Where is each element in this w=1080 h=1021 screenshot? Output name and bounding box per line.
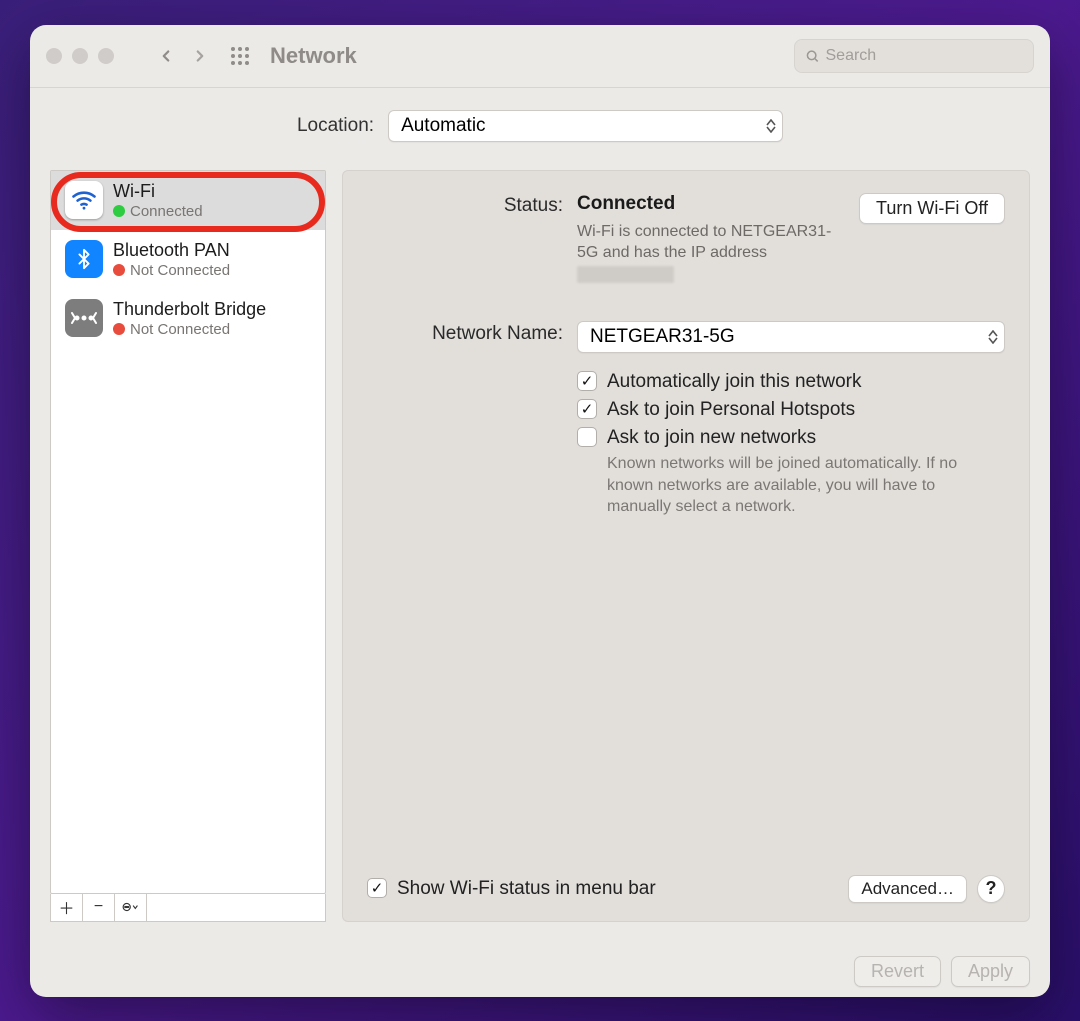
search-input[interactable] <box>826 47 1024 65</box>
add-service-button[interactable]: ＋ <box>51 894 83 921</box>
auto-join-checkbox[interactable]: ✓ <box>577 371 597 391</box>
status-label: Status: <box>367 193 563 217</box>
location-row: Location: Automatic <box>30 88 1050 170</box>
revert-button[interactable]: Revert <box>854 956 941 987</box>
ask-personal-label: Ask to join Personal Hotspots <box>607 399 855 421</box>
service-thunderbolt-bridge[interactable]: Thunderbolt Bridge Not Connected <box>51 289 325 348</box>
ask-new-hint: Known networks will be joined automatica… <box>607 453 967 518</box>
auto-join-checkbox-row[interactable]: ✓ Automatically join this network <box>577 371 1005 393</box>
ask-new-label: Ask to join new networks <box>607 427 967 449</box>
help-button[interactable]: ? <box>977 875 1005 903</box>
status-dot-icon <box>113 264 125 276</box>
search-icon <box>805 48 820 64</box>
service-action-menu[interactable] <box>115 894 147 921</box>
location-label: Location: <box>297 115 374 137</box>
toggle-wifi-button[interactable]: Turn Wi-Fi Off <box>859 193 1005 224</box>
auto-join-label: Automatically join this network <box>607 371 862 393</box>
status-description: Wi-Fi is connected to NETGEAR31-5G and h… <box>577 221 845 286</box>
ask-personal-checkbox-row[interactable]: ✓ Ask to join Personal Hotspots <box>577 399 1005 421</box>
ask-new-checkbox-row[interactable]: Ask to join new networks Known networks … <box>577 427 1005 518</box>
network-name-label: Network Name: <box>367 321 563 345</box>
service-status: Not Connected <box>130 262 230 279</box>
network-preferences-window: Network Location: Automatic <box>30 25 1050 997</box>
service-wifi[interactable]: Wi-Fi Connected <box>51 171 325 230</box>
ask-new-checkbox[interactable] <box>577 427 597 447</box>
services-list: Wi-Fi Connected Bluetooth PAN Not Connec… <box>50 170 326 894</box>
apply-button[interactable]: Apply <box>951 956 1030 987</box>
service-name: Thunderbolt Bridge <box>113 299 266 320</box>
network-name-select[interactable]: NETGEAR31-5G <box>577 321 1005 353</box>
search-field[interactable] <box>794 39 1034 73</box>
traffic-lights <box>46 48 114 64</box>
window-title: Network <box>270 43 357 69</box>
close-window-button[interactable] <box>46 48 62 64</box>
select-stepper-icon <box>988 330 998 344</box>
thunderbolt-bridge-icon <box>65 299 103 337</box>
forward-button[interactable] <box>186 42 214 70</box>
footer: Revert Apply <box>30 942 1050 997</box>
status-dot-icon <box>113 205 125 217</box>
status-dot-icon <box>113 323 125 335</box>
ask-personal-checkbox[interactable]: ✓ <box>577 399 597 419</box>
remove-service-button[interactable]: − <box>83 894 115 921</box>
status-value: Connected <box>577 193 845 215</box>
show-menubar-label: Show Wi-Fi status in menu bar <box>397 878 656 900</box>
back-button[interactable] <box>152 42 180 70</box>
advanced-button[interactable]: Advanced… <box>848 875 967 903</box>
location-select[interactable]: Automatic <box>388 110 783 142</box>
network-name-value: NETGEAR31-5G <box>590 326 735 348</box>
services-toolbar: ＋ − <box>50 894 326 922</box>
select-stepper-icon <box>766 119 776 133</box>
show-menubar-checkbox[interactable]: ✓ <box>367 878 387 898</box>
content: Wi-Fi Connected Bluetooth PAN Not Connec… <box>30 170 1050 942</box>
wifi-icon <box>65 181 103 219</box>
detail-panel: Status: Connected Wi-Fi is connected to … <box>342 170 1030 922</box>
show-all-icon[interactable] <box>230 46 250 66</box>
service-bluetooth-pan[interactable]: Bluetooth PAN Not Connected <box>51 230 325 289</box>
toolbar-spacer <box>147 894 325 921</box>
show-menubar-checkbox-row[interactable]: ✓ Show Wi-Fi status in menu bar <box>367 878 656 900</box>
bluetooth-icon <box>65 240 103 278</box>
location-value: Automatic <box>401 115 485 137</box>
ip-address-redacted: 000.000.0.00 <box>577 266 674 283</box>
zoom-window-button[interactable] <box>98 48 114 64</box>
minimize-window-button[interactable] <box>72 48 88 64</box>
service-name: Bluetooth PAN <box>113 240 230 261</box>
titlebar: Network <box>30 25 1050 87</box>
service-name: Wi-Fi <box>113 181 203 202</box>
services-sidebar: Wi-Fi Connected Bluetooth PAN Not Connec… <box>50 170 326 922</box>
service-status: Connected <box>130 203 203 220</box>
service-status: Not Connected <box>130 321 230 338</box>
